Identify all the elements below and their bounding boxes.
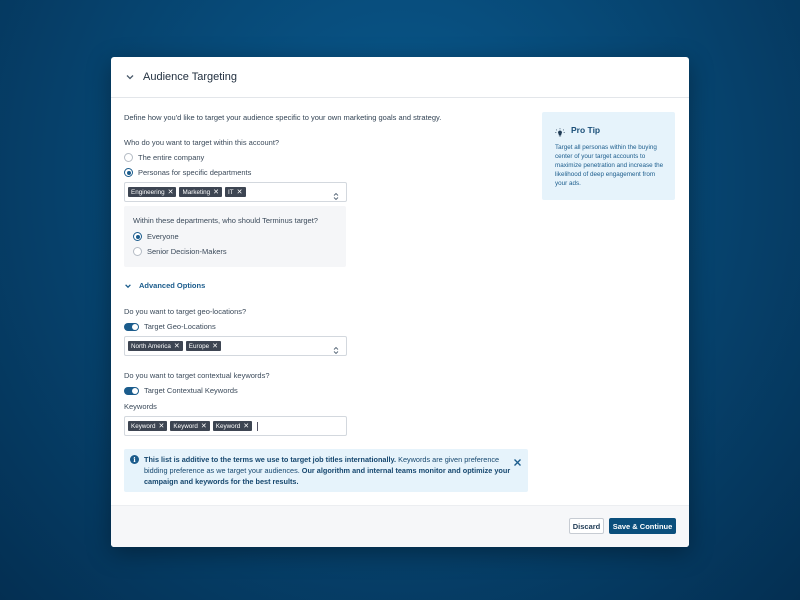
target-question: Who do you want to target within this ac…: [124, 138, 280, 147]
remove-tag-icon[interactable]: ✕: [237, 189, 243, 196]
radio-label: Everyone: [147, 232, 179, 241]
department-subpanel: Within these departments, who should Ter…: [124, 206, 346, 267]
pro-tip-panel: Pro Tip Target all personas within the b…: [542, 112, 675, 200]
modal-footer: Discard Save & Continue: [111, 505, 689, 547]
keywords-label: Keywords: [124, 402, 157, 411]
save-continue-button[interactable]: Save & Continue: [609, 518, 676, 534]
remove-tag-icon[interactable]: ✕: [174, 343, 180, 350]
radio-senior-decision-makers[interactable]: Senior Decision-Makers: [133, 247, 227, 256]
intro-text: Define how you'd like to target your aud…: [124, 113, 442, 122]
remove-tag-icon[interactable]: ✕: [201, 423, 207, 430]
radio-label: Senior Decision-Makers: [147, 247, 227, 256]
pro-tip-text: Target all personas within the buying ce…: [555, 144, 664, 187]
geo-toggle-switch[interactable]: [124, 322, 139, 331]
geo-tag: Europe ✕: [185, 341, 221, 351]
modal-title: Audience Targeting: [143, 71, 237, 83]
radio-entire-company[interactable]: The entire company: [124, 153, 204, 162]
radio-button[interactable]: [133, 247, 142, 256]
departments-select[interactable]: Engineering ✕ Marketing ✕ IT ✕: [124, 182, 347, 202]
modal-body: Define how you'd like to target your aud…: [111, 98, 689, 505]
pro-tip-title: Pro Tip: [571, 125, 601, 135]
remove-tag-icon[interactable]: ✕: [213, 189, 219, 196]
radio-everyone[interactable]: Everyone: [133, 232, 179, 241]
select-arrows-icon[interactable]: [333, 188, 339, 201]
sub-question: Within these departments, who should Ter…: [133, 216, 318, 225]
geo-tag: North America ✕: [128, 341, 183, 351]
audience-targeting-modal: Audience Targeting Define how you'd like…: [111, 57, 689, 547]
toggle-label: Target Contextual Keywords: [144, 386, 238, 395]
department-tag: Engineering ✕: [128, 187, 177, 197]
remove-tag-icon[interactable]: ✕: [159, 423, 165, 430]
modal-header[interactable]: Audience Targeting: [111, 57, 689, 98]
text-cursor: [257, 421, 259, 431]
radio-label: Personas for specific departments: [138, 168, 252, 177]
radio-personas-departments[interactable]: Personas for specific departments: [124, 168, 251, 177]
info-text: This list is additive to the terms we us…: [144, 455, 511, 486]
chevron-down-icon[interactable]: [125, 72, 135, 82]
radio-button-selected[interactable]: [133, 232, 142, 241]
keyword-tag: Keyword ✕: [170, 421, 210, 431]
remove-tag-icon[interactable]: ✕: [212, 343, 218, 350]
info-icon: i: [130, 455, 139, 464]
department-tag: IT ✕: [225, 187, 246, 197]
geo-question: Do you want to target geo-locations?: [124, 307, 247, 316]
radio-label: The entire company: [138, 153, 205, 162]
info-banner: i This list is additive to the terms we …: [124, 449, 528, 492]
keyword-tag: Keyword ✕: [128, 421, 168, 431]
advanced-options-label: Advanced Options: [139, 281, 206, 290]
keyword-toggle-switch[interactable]: [124, 386, 139, 395]
radio-button-selected[interactable]: [124, 168, 133, 177]
select-arrows-icon[interactable]: [333, 342, 339, 355]
keyword-question: Do you want to target contextual keyword…: [124, 371, 270, 380]
keyword-toggle-row[interactable]: Target Contextual Keywords: [124, 386, 238, 395]
keyword-tag: Keyword ✕: [212, 421, 253, 431]
advanced-options-toggle[interactable]: Advanced Options: [124, 281, 205, 290]
lightbulb-icon: [555, 125, 565, 137]
remove-tag-icon[interactable]: ✕: [243, 423, 249, 430]
keywords-input[interactable]: Keyword ✕ Keyword ✕ Keyword ✕: [124, 416, 347, 436]
geo-select[interactable]: North America ✕ Europe ✕: [124, 336, 347, 356]
department-tag: Marketing ✕: [179, 187, 223, 197]
pro-tip-header: Pro Tip: [555, 125, 601, 137]
toggle-label: Target Geo-Locations: [144, 322, 216, 331]
geo-toggle-row[interactable]: Target Geo-Locations: [124, 322, 216, 331]
remove-tag-icon[interactable]: ✕: [168, 189, 174, 196]
chevron-down-icon[interactable]: [124, 282, 132, 290]
discard-button[interactable]: Discard: [569, 518, 604, 534]
radio-button[interactable]: [124, 153, 133, 162]
close-icon[interactable]: [513, 454, 522, 466]
